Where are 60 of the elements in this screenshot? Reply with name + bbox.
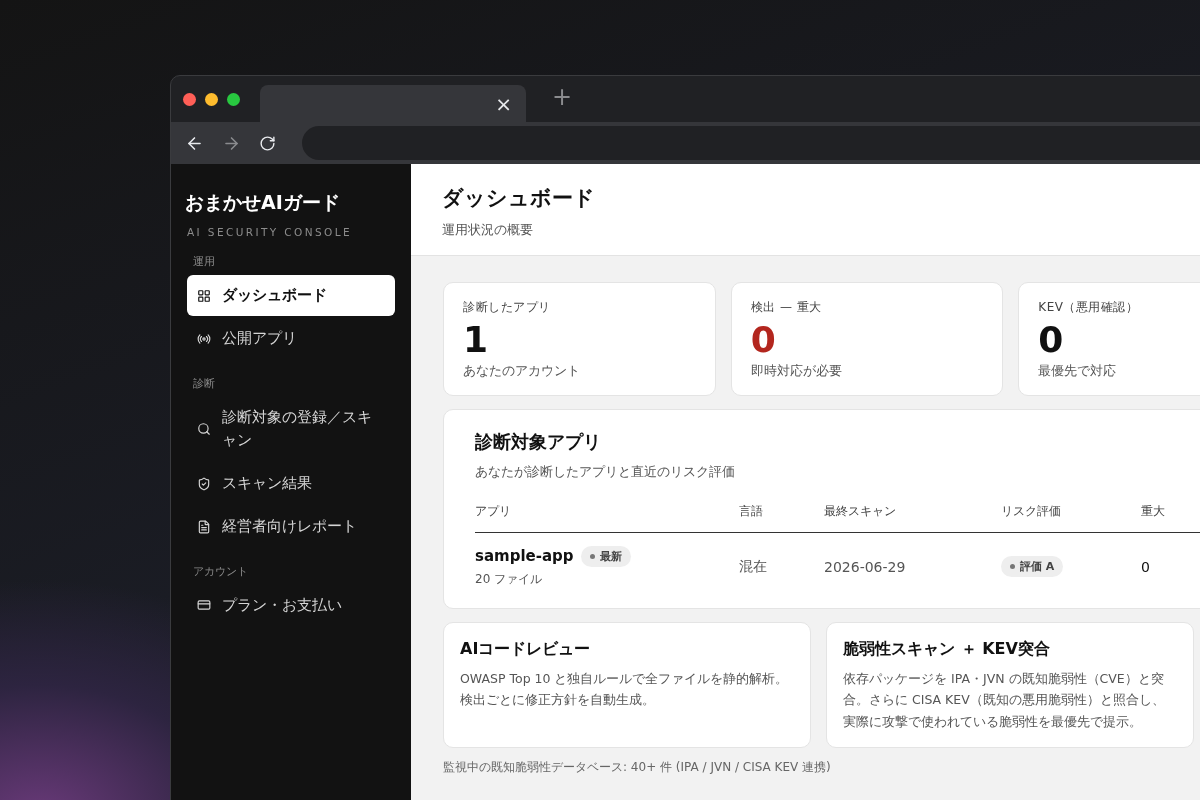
- maximize-window-icon[interactable]: [227, 92, 240, 106]
- nav-item[interactable]: プラン・お支払い: [187, 584, 395, 626]
- nav-item[interactable]: 経営者向けレポート: [187, 506, 395, 548]
- stat-value: 0: [750, 320, 777, 360]
- nav-item[interactable]: 公開アプリ: [187, 318, 395, 360]
- close-window-icon[interactable]: [183, 92, 196, 106]
- stat-label: 検出 — 重大: [750, 299, 823, 316]
- brand-name: おまかせAIガード: [185, 190, 341, 215]
- stat-note: 最優先で対応: [1038, 361, 1118, 380]
- new-tab-button[interactable]: +: [546, 82, 579, 112]
- broadcast-icon: [197, 331, 211, 346]
- column-header: アプリ: [475, 502, 739, 533]
- column-header: リスク評価: [1001, 502, 1141, 533]
- reload-icon: [259, 134, 276, 152]
- column-header: 言語: [739, 502, 824, 533]
- table-cell-text: 0: [1141, 558, 1151, 575]
- browser-tab[interactable]: ×: [260, 85, 526, 122]
- nav-item[interactable]: 診断対象の登録／スキャン: [187, 396, 395, 461]
- page-title: ダッシュボード: [442, 185, 596, 212]
- footer-note: 監視中の既知脆弱性データベース: 40+ 件 (IPA / JVN / CISA KEV 連携): [443, 759, 832, 777]
- stat-value: 1: [463, 320, 490, 360]
- app-name: sample-app: [475, 547, 574, 566]
- column-header: 最終スキャン: [824, 502, 1001, 533]
- nav-item-label: スキャン結果: [222, 473, 312, 494]
- stat-note: 即時対応が必要: [750, 361, 843, 380]
- panel-title: 診断対象アプリ: [475, 429, 602, 454]
- nav-section-heading: 診断: [193, 375, 216, 391]
- nav-item-label: 経営者向けレポート: [222, 516, 357, 538]
- feature-description: OWASP Top 10 と独自ルールで全ファイルを静的解析。検出ごとに修正方針を自動生成。: [460, 669, 790, 710]
- stat-label: 診断したアプリ: [463, 299, 552, 316]
- nav-item-label: 公開アプリ: [222, 328, 297, 350]
- file-count: 20 ファイル: [475, 570, 544, 588]
- stat-label: KEV（悪用確認）: [1038, 299, 1140, 316]
- nav-section-heading: 運用: [193, 254, 216, 269]
- table-cell-text: 混在: [739, 557, 768, 576]
- document-icon: [197, 519, 211, 534]
- nav-item-label: 診断対象の登録／スキャン: [222, 406, 373, 451]
- card-icon: [197, 598, 211, 613]
- close-tab-button[interactable]: ×: [491, 91, 516, 116]
- column-header: 重大: [1141, 502, 1200, 533]
- nav-item-label: プラン・お支払い: [222, 594, 342, 616]
- risk-badge: 評価 A: [1001, 556, 1064, 578]
- feature-description: 依存パッケージを IPA・JVN の既知脆弱性（CVE）と突合。さらに CISA KEV（既知の悪用脆弱性）と照合し、実際に攻撃で使われている脆弱性を最優先で提示。: [843, 669, 1166, 732]
- nav-item[interactable]: ダッシュボード: [187, 275, 395, 317]
- search-icon: [197, 421, 211, 436]
- nav-item[interactable]: スキャン結果: [187, 463, 395, 505]
- brand-tagline: AI SECURITY CONSOLE: [187, 226, 353, 238]
- grid-icon: [197, 288, 211, 303]
- nav-item-label: ダッシュボード: [222, 285, 327, 306]
- shield-check-icon: [197, 476, 211, 491]
- table-cell-text: 2026-06-29: [824, 558, 907, 575]
- panel-subtitle: あなたが診断したアプリと直近のリスク評価: [475, 462, 736, 481]
- status-badge: 最新: [580, 545, 631, 567]
- nav-section-heading: アカウント: [193, 563, 249, 579]
- stat-value: 0: [1038, 320, 1065, 360]
- page-subtitle: 運用状況の概要: [442, 221, 534, 239]
- feature-title: 脆弱性スキャン ＋ KEV突合: [843, 638, 1051, 660]
- stat-note: あなたのアカウント: [463, 361, 581, 380]
- feature-title: AIコードレビュー: [460, 638, 592, 660]
- minimize-window-icon[interactable]: [205, 92, 218, 106]
